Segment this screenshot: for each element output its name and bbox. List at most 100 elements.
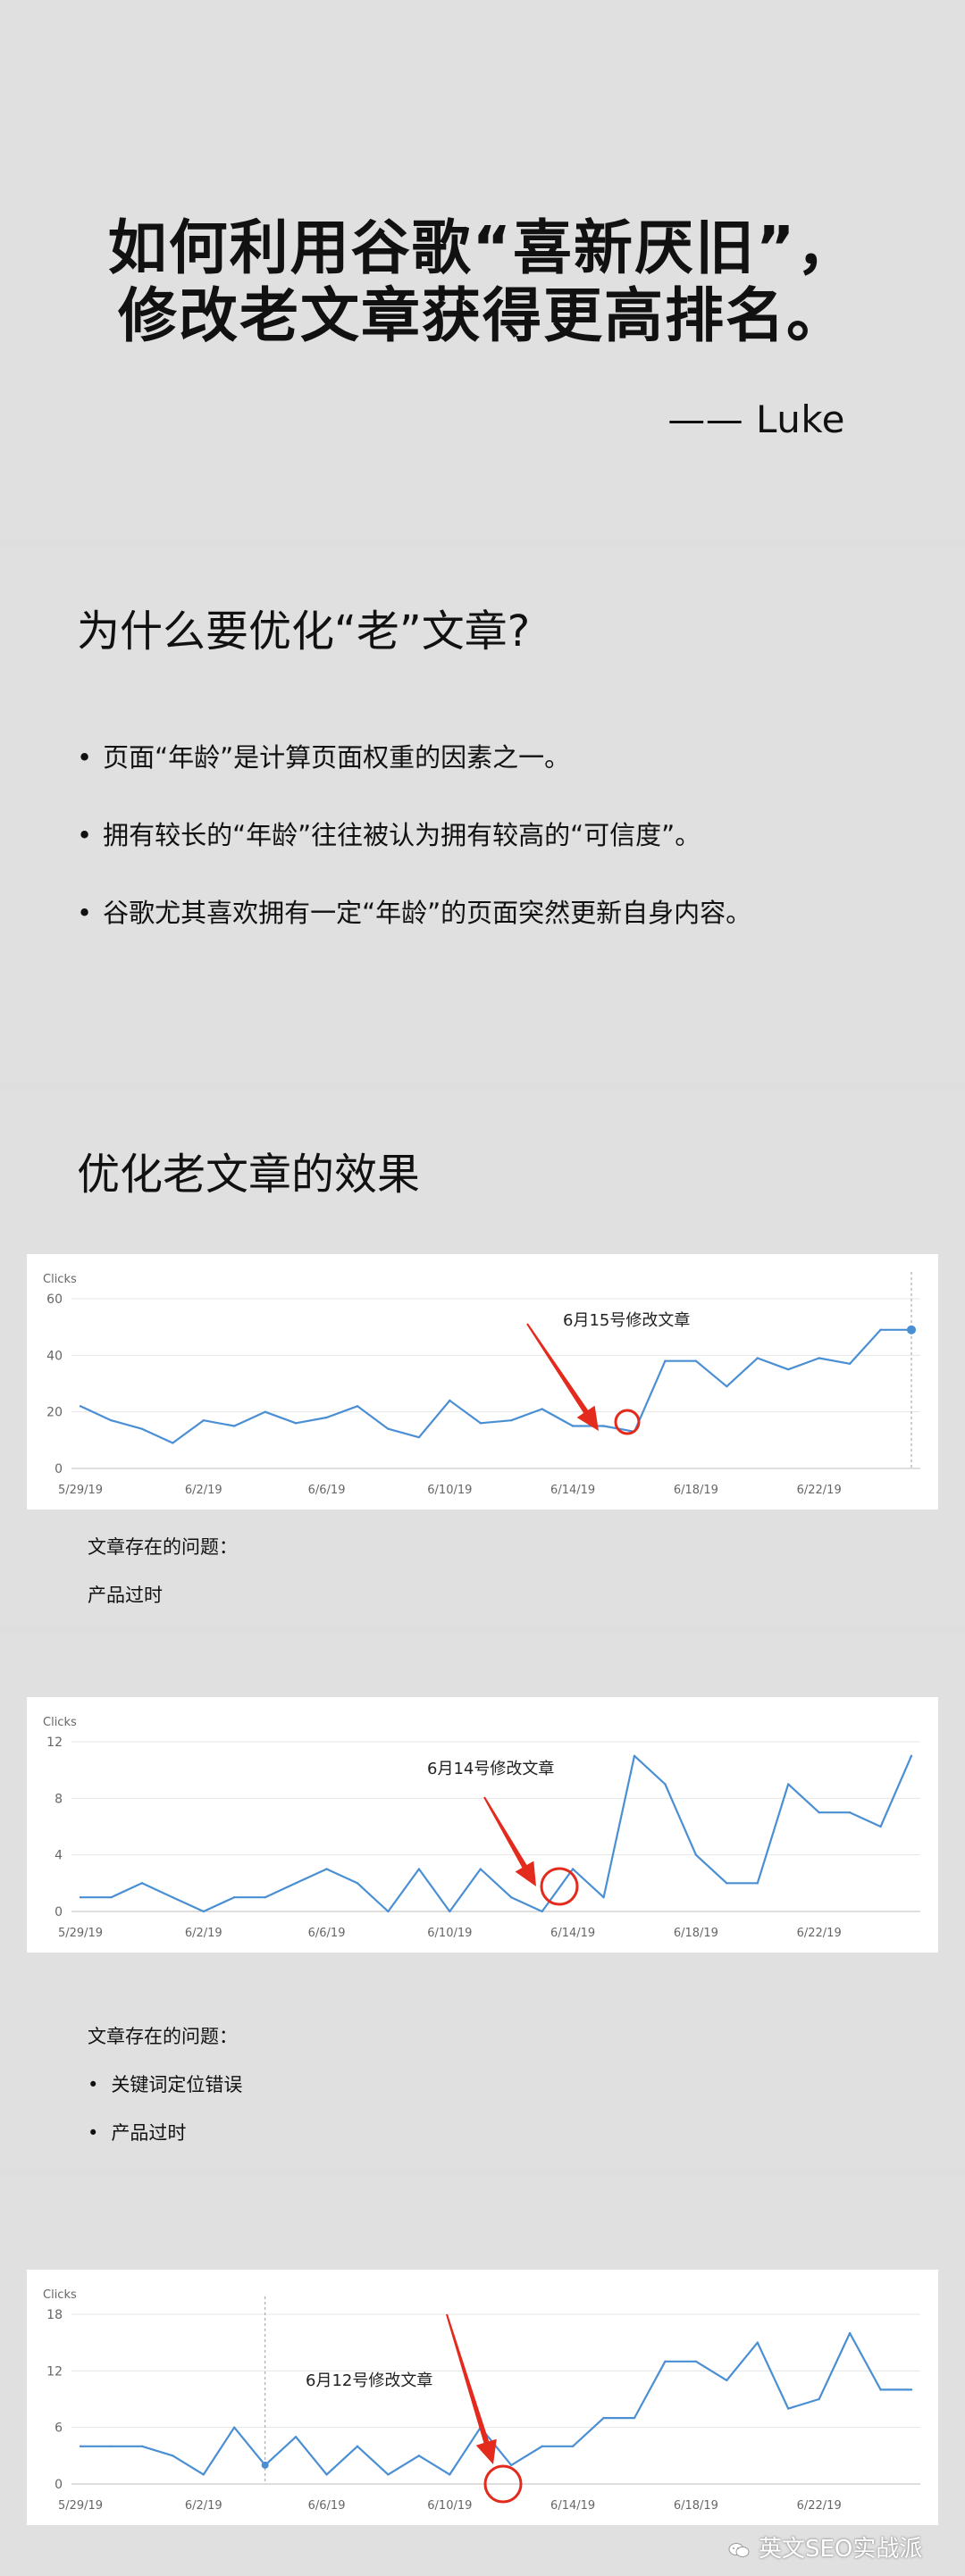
problem-item: 产品过时 [88, 2120, 242, 2145]
problem-list: 关键词定位错误 产品过时 [88, 2072, 242, 2145]
data-point [756, 2341, 759, 2344]
edit-date-annotation: 6月12号修改文章 [306, 2371, 432, 2390]
data-point [848, 1362, 852, 1366]
data-point [602, 1425, 605, 1427]
data-point [356, 2445, 359, 2447]
problem-label: 文章存在的问题： [88, 1536, 238, 1558]
data-point [202, 1910, 205, 1913]
data-point [848, 2331, 852, 2335]
title-slide: 如何利用谷歌“喜新厌旧”， 修改老文章获得更高排名。 —— Luke [0, 0, 965, 539]
problem-item: 产品过时 [88, 1585, 163, 1606]
clicks-chart-2: Clicks 0 4 8 12 5/29/19 6/2/19 6/6/19 6/10/19 6/1… [27, 1697, 938, 1953]
x-tick-label: 6/14/19 [550, 1927, 595, 1940]
why-section-title: 为什么要优化“老”文章? [77, 606, 531, 657]
data-point [633, 2416, 636, 2420]
clicks-chart-3: Clicks 0 6 12 18 5/29/19 6/2/19 6/6/19 6/10/19 6/… [27, 2270, 938, 2525]
y-tick-label: 18 [46, 2308, 63, 2322]
data-point [417, 1435, 421, 1439]
data-point [541, 2445, 543, 2447]
data-point [602, 1895, 605, 1899]
edit-date-annotation: 6月15号修改文章 [563, 1311, 690, 1330]
data-point [325, 1868, 328, 1870]
data-point [172, 2455, 174, 2457]
x-tick-label: 6/22/19 [797, 1927, 842, 1940]
data-point [110, 1418, 113, 1422]
data-point [202, 2473, 205, 2476]
data-point [264, 1410, 266, 1413]
main-title: 如何利用谷歌“喜新厌旧”， 修改老文章获得更高排名。 [0, 214, 965, 350]
data-point [510, 1418, 513, 1422]
data-point [510, 2463, 513, 2467]
data-point [172, 1895, 174, 1899]
data-point [694, 1853, 698, 1856]
data-point [110, 2445, 113, 2447]
data-point [664, 1783, 667, 1786]
data-point [417, 1868, 421, 1870]
chart-2-problems: 文章存在的问题： 关键词定位错误 产品过时 [88, 2024, 242, 2145]
data-point [387, 1910, 390, 1913]
x-tick-label: 6/6/19 [308, 1927, 346, 1940]
y-tick-label: 0 [55, 1905, 63, 1919]
y-tick-label: 6 [55, 2421, 63, 2436]
data-point [787, 1367, 790, 1371]
data-point [110, 1895, 113, 1899]
x-tick-label: 6/18/19 [674, 2499, 718, 2513]
data-point [233, 1425, 236, 1427]
y-axis-label: Clicks [43, 2288, 77, 2302]
data-point [79, 2445, 82, 2447]
data-point [294, 1882, 298, 1885]
data-point [787, 2407, 790, 2410]
data-point [356, 1882, 359, 1885]
clicks-chart-1: Clicks 0 20 40 60 5/29/19 6/2/19 6/6/19 6/10/19 6… [27, 1254, 938, 1510]
why-bullet-item: 拥有较长的“年龄”往往被认为拥有较高的“可信度”。 [77, 819, 917, 851]
problem-label: 文章存在的问题： [88, 2026, 238, 2047]
x-tick-label: 6/18/19 [674, 1927, 718, 1940]
x-tick-label: 6/2/19 [185, 1927, 222, 1940]
x-tick-label: 6/2/19 [185, 2499, 222, 2513]
red-arrow-icon [526, 1323, 599, 1431]
data-point [479, 1868, 482, 1870]
data-point [541, 1910, 543, 1913]
data-point [294, 2436, 298, 2438]
data-point [694, 2360, 698, 2363]
data-point [756, 1357, 759, 1359]
data-point [910, 1754, 913, 1758]
clicks-series-line [80, 1328, 911, 1444]
data-point [479, 1422, 482, 1425]
data-point [879, 1328, 882, 1332]
data-point [571, 1425, 575, 1427]
data-point [664, 1359, 667, 1362]
data-point [417, 2455, 421, 2457]
data-point [726, 1384, 728, 1388]
data-point [664, 2360, 667, 2363]
data-point [541, 1408, 543, 1410]
x-tick-label: 5/29/19 [58, 2499, 103, 2513]
data-point [140, 1882, 144, 1885]
data-point [818, 1811, 820, 1814]
x-tick-label: 6/14/19 [550, 2499, 595, 2513]
data-point [879, 1825, 882, 1828]
data-point [387, 2473, 390, 2476]
x-tick-label: 6/6/19 [308, 1484, 346, 1497]
data-point [879, 2388, 882, 2391]
watermark: 英文SEO实战派 [728, 2530, 922, 2563]
data-point [694, 1359, 698, 1362]
problem-list: 产品过时 [88, 1583, 238, 1608]
chart-1-problems: 文章存在的问题： 产品过时 [88, 1535, 238, 1608]
data-point [294, 1422, 298, 1425]
last-point-dot [907, 1325, 916, 1334]
data-point [571, 1868, 575, 1870]
data-point [848, 1811, 852, 1814]
data-point [172, 1442, 174, 1444]
y-axis-label: Clicks [43, 1716, 77, 1729]
data-point [233, 1895, 236, 1899]
data-point [233, 2426, 236, 2429]
clicks-chart-2-svg: Clicks 0 4 8 12 5/29/19 6/2/19 6/6/19 6/10/19 6/1… [43, 1716, 920, 1940]
data-point [571, 2445, 575, 2447]
x-tick-label: 6/2/19 [185, 1484, 222, 1497]
data-point [818, 2397, 820, 2401]
clicks-series-line [80, 1754, 913, 1913]
y-tick-label: 12 [46, 1735, 63, 1750]
why-bullet-item: 谷歌尤其喜欢拥有一定“年龄”的页面突然更新自身内容。 [77, 897, 917, 929]
problem-item: 关键词定位错误 [88, 2072, 242, 2097]
